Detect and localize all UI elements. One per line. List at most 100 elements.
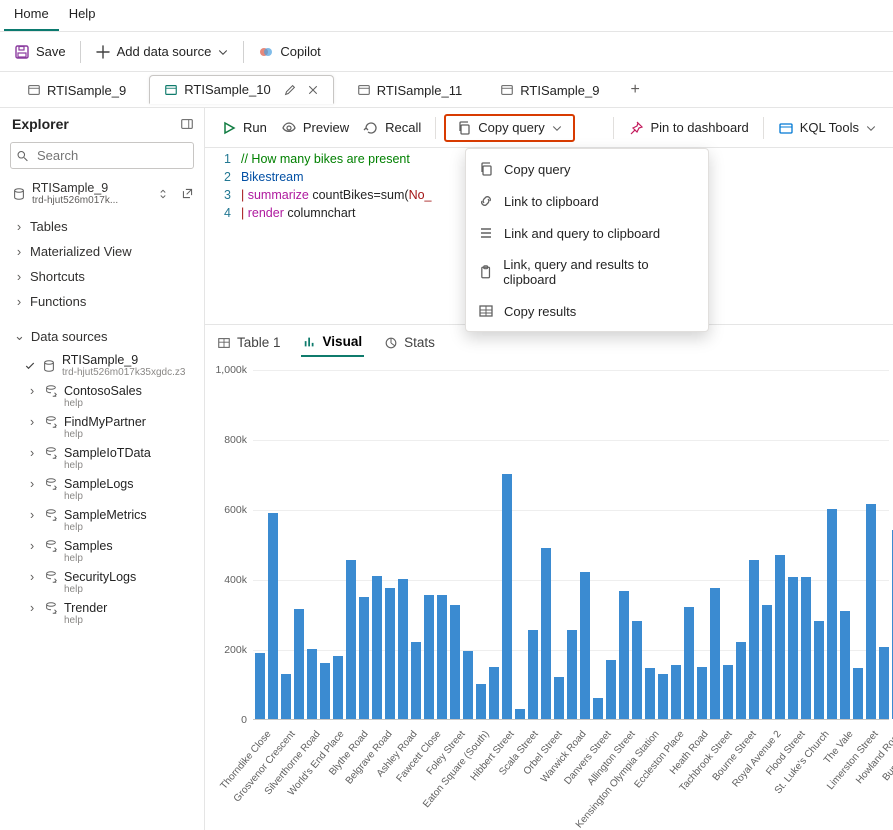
tab-rtisample-10[interactable]: RTISample_10 <box>149 75 333 104</box>
db-name: RTISample_9 <box>32 181 151 195</box>
chart-bar[interactable] <box>632 621 642 719</box>
chart-bar[interactable] <box>437 595 447 719</box>
ds-primary[interactable]: RTISample_9trd-hjut526m017k35xgdc.z3 <box>0 350 204 381</box>
chart-bar[interactable] <box>879 647 889 719</box>
chart-bar[interactable] <box>476 684 486 719</box>
chart-bar[interactable] <box>710 588 720 719</box>
chart-bar[interactable] <box>372 576 382 720</box>
ds-item[interactable]: › SampleMetricshelp <box>0 505 204 536</box>
chart-bar[interactable] <box>606 660 616 720</box>
dd-copy-results[interactable]: Copy results <box>466 295 708 327</box>
chart-bar[interactable] <box>346 560 356 719</box>
chart-bar[interactable] <box>359 597 369 720</box>
dd-link-clipboard[interactable]: Link to clipboard <box>466 185 708 217</box>
chart-bar[interactable] <box>840 611 850 720</box>
chart-bar[interactable] <box>424 595 434 719</box>
ds-item[interactable]: › FindMyPartnerhelp <box>0 412 204 443</box>
chart-bar[interactable] <box>853 668 863 719</box>
recall-button[interactable]: Recall <box>357 116 427 140</box>
dd-link-query-results[interactable]: Link, query and results to clipboard <box>466 249 708 295</box>
tab-label: RTISample_9 <box>520 83 599 98</box>
y-tick: 400k <box>224 574 247 586</box>
chart-bar[interactable] <box>580 572 590 719</box>
dd-copy-query[interactable]: Copy query <box>466 153 708 185</box>
chart-bar[interactable] <box>684 607 694 719</box>
chart-bar[interactable] <box>411 642 421 719</box>
chart-bar[interactable] <box>788 577 798 719</box>
kql-tools-button[interactable]: KQL Tools <box>772 116 883 140</box>
chart-bar[interactable] <box>281 674 291 720</box>
tree-functions[interactable]: ›Functions <box>0 289 204 314</box>
chart-bar[interactable] <box>567 630 577 719</box>
database-selector[interactable]: RTISample_9 trd-hjut526m017k... <box>0 175 204 210</box>
chart-bar[interactable] <box>554 677 564 719</box>
chart-bar[interactable] <box>723 665 733 719</box>
ds-item[interactable]: › SecurityLogshelp <box>0 567 204 598</box>
updown-icon[interactable] <box>157 188 169 200</box>
open-external-icon[interactable] <box>181 187 194 200</box>
pencil-icon[interactable] <box>283 83 297 97</box>
database-flow-icon <box>44 477 58 491</box>
chart-bar[interactable] <box>801 577 811 719</box>
datasources-section[interactable]: ⌄Data sources <box>0 322 204 348</box>
result-tab-table[interactable]: Table 1 <box>215 329 283 356</box>
chart-bar[interactable] <box>255 653 265 720</box>
copy-query-button[interactable]: Copy query <box>444 114 574 142</box>
search-input[interactable] <box>10 142 194 169</box>
chart-bar[interactable] <box>762 605 772 719</box>
chart-bar[interactable] <box>333 656 343 719</box>
ds-item[interactable]: › Trenderhelp <box>0 598 204 629</box>
tab-rtisample-9b[interactable]: RTISample_9 <box>485 76 614 104</box>
result-tab-visual[interactable]: Visual <box>301 328 365 357</box>
tab-rtisample-9a[interactable]: RTISample_9 <box>12 76 141 104</box>
chart-bar[interactable] <box>307 649 317 719</box>
chart-bar[interactable] <box>541 548 551 720</box>
chart-bar[interactable] <box>489 667 499 720</box>
ds-item[interactable]: › SampleIoTDatahelp <box>0 443 204 474</box>
chart-bar[interactable] <box>593 698 603 719</box>
ds-item[interactable]: › ContosoSaleshelp <box>0 381 204 412</box>
chart-bar[interactable] <box>866 504 876 719</box>
copilot-button[interactable]: Copilot <box>252 40 326 64</box>
chart-bar[interactable] <box>320 663 330 719</box>
chart-bar[interactable] <box>502 474 512 719</box>
chart-bar[interactable] <box>671 665 681 719</box>
run-button[interactable]: Run <box>215 116 273 140</box>
dd-link-query-clipboard[interactable]: Link and query to clipboard <box>466 217 708 249</box>
menu-home[interactable]: Home <box>4 0 59 31</box>
preview-icon <box>281 120 297 136</box>
tree-tables[interactable]: ›Tables <box>0 214 204 239</box>
chart-bar[interactable] <box>515 709 525 720</box>
chart-bar[interactable] <box>528 630 538 719</box>
chart-bar[interactable] <box>268 513 278 720</box>
close-icon[interactable] <box>307 84 319 96</box>
chart-bar[interactable] <box>697 667 707 720</box>
chart-bar[interactable] <box>645 668 655 719</box>
pin-dashboard-button[interactable]: Pin to dashboard <box>622 116 754 140</box>
chart-bar[interactable] <box>749 560 759 719</box>
chart-bar[interactable] <box>619 591 629 719</box>
collapse-panel-icon[interactable] <box>180 117 194 131</box>
chart-bar[interactable] <box>450 605 460 719</box>
tree-materialized-view[interactable]: ›Materialized View <box>0 239 204 264</box>
add-datasource-button[interactable]: Add data source <box>89 40 236 64</box>
result-tab-stats[interactable]: Stats <box>382 329 437 356</box>
chart-bar[interactable] <box>463 651 473 719</box>
chart-bar[interactable] <box>385 588 395 719</box>
preview-button[interactable]: Preview <box>275 116 355 140</box>
ds-item[interactable]: › SampleLogshelp <box>0 474 204 505</box>
chart-bar[interactable] <box>814 621 824 719</box>
chart-bar[interactable] <box>827 509 837 719</box>
ds-item[interactable]: › Sampleshelp <box>0 536 204 567</box>
tab-rtisample-11[interactable]: RTISample_11 <box>342 76 478 104</box>
chart-bar[interactable] <box>398 579 408 719</box>
menu-help[interactable]: Help <box>59 0 106 31</box>
tree-shortcuts[interactable]: ›Shortcuts <box>0 264 204 289</box>
save-button[interactable]: Save <box>8 40 72 64</box>
chart-bar[interactable] <box>658 674 668 720</box>
add-tab-button[interactable]: + <box>623 77 648 103</box>
chart-bar[interactable] <box>736 642 746 719</box>
chart-bar[interactable] <box>294 609 304 719</box>
database-flow-icon <box>44 446 58 460</box>
chart-bar[interactable] <box>775 555 785 720</box>
